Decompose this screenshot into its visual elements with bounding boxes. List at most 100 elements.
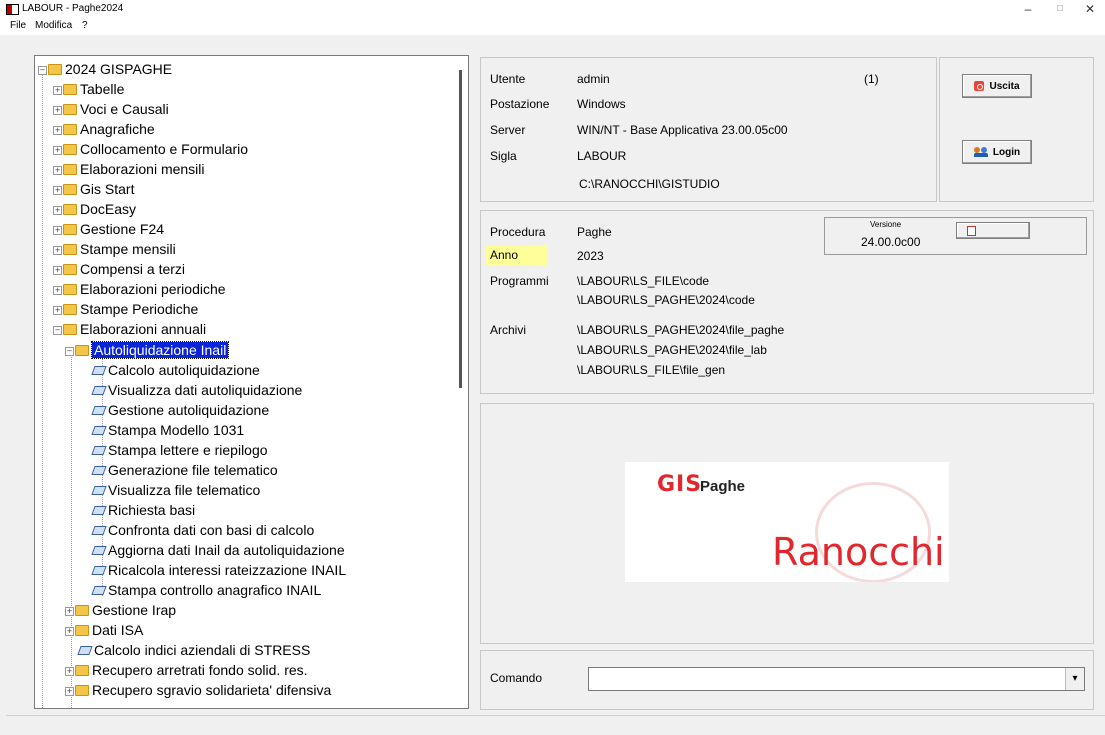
anno-value: 2023 — [577, 249, 604, 263]
tree-item-elab-annuali[interactable]: − Elaborazioni annuali — [53, 319, 206, 339]
tree-scrollbar[interactable] — [459, 70, 462, 388]
document-icon — [91, 525, 107, 535]
folder-icon — [48, 63, 62, 75]
folder-icon — [63, 103, 77, 115]
uscita-button[interactable]: Uscita — [962, 74, 1032, 98]
maximize-button[interactable]: □ — [1045, 0, 1075, 18]
tree-item-isa[interactable]: + Dati ISA — [65, 620, 143, 640]
chevron-down-icon[interactable]: ▾ — [1065, 668, 1084, 690]
folder-icon — [63, 143, 77, 155]
login-button[interactable]: Login — [962, 140, 1032, 164]
tree-root[interactable]: −2024 GISPAGHE — [38, 59, 172, 79]
menu-file[interactable]: File — [10, 20, 26, 31]
folder-icon — [63, 83, 77, 95]
tree-leaf[interactable]: Stampa Modello 1031 — [91, 420, 244, 440]
archivi-label: Archivi — [490, 323, 527, 337]
expand-icon[interactable]: + — [53, 145, 62, 155]
tree-item-autoliquidazione[interactable]: − Autoliquidazione Inail — [65, 340, 230, 360]
postazione-value: Windows — [577, 97, 626, 111]
expand-icon[interactable]: + — [53, 125, 62, 135]
versione-label: Versione — [870, 220, 902, 229]
tree-item-fondo-solid[interactable]: + Recupero arretrati fondo solid. res. — [65, 660, 308, 680]
programmi-label: Programmi — [490, 274, 549, 288]
logo-ranocchi-text: Ranocchi — [772, 530, 945, 574]
tree-leaf[interactable]: Generazione file telematico — [91, 460, 278, 480]
menu-help[interactable]: ? — [82, 20, 88, 31]
expand-icon[interactable]: + — [53, 225, 62, 235]
tree-leaf[interactable]: Confronta dati con basi di calcolo — [91, 520, 314, 540]
pdf-button[interactable] — [956, 222, 1030, 239]
folder-open-icon — [63, 323, 77, 335]
folder-icon — [63, 283, 77, 295]
close-button[interactable]: ✕ — [1075, 0, 1105, 18]
tree-item-stampe-mensili[interactable]: + Stampe mensili — [53, 239, 176, 259]
expand-icon[interactable]: + — [53, 245, 62, 255]
expand-icon[interactable]: + — [65, 666, 74, 676]
expand-icon[interactable]: + — [53, 165, 62, 175]
tree-leaf[interactable]: Visualizza dati autoliquidazione — [91, 380, 302, 400]
comando-select[interactable]: ▾ — [588, 667, 1085, 691]
folder-icon — [63, 303, 77, 315]
tree-leaf[interactable]: Aggiorna dati Inail da autoliquidazione — [91, 540, 345, 560]
expand-icon[interactable]: + — [53, 205, 62, 215]
folder-icon — [63, 163, 77, 175]
expand-icon[interactable]: + — [65, 686, 74, 696]
tree-item-compensi[interactable]: + Compensi a terzi — [53, 259, 185, 279]
tree-item-collocamento[interactable]: + Collocamento e Formulario — [53, 139, 248, 159]
expand-icon[interactable]: + — [53, 105, 62, 115]
logo-gis-text: GIS — [657, 472, 703, 497]
procedura-label: Procedura — [490, 225, 546, 239]
tree-item-stampe-periodiche[interactable]: + Stampe Periodiche — [53, 299, 198, 319]
tree-leaf-stress[interactable]: Calcolo indici aziendali di STRESS — [77, 640, 310, 660]
archivi-path: \LABOUR\LS_PAGHE\2024\file_lab — [577, 343, 767, 357]
expand-icon[interactable]: + — [53, 185, 62, 195]
sigla-label: Sigla — [490, 149, 517, 163]
procedure-panel: Procedura Paghe Anno 2023 Programmi \LAB… — [480, 210, 1094, 394]
navigation-tree[interactable]: −2024 GISPAGHE + Tabelle + Voci e Causali … — [34, 55, 469, 709]
tree-item-doceasy[interactable]: + DocEasy — [53, 199, 136, 219]
tree-leaf[interactable]: Ricalcola interessi rateizzazione INAIL — [91, 560, 346, 580]
collapse-icon[interactable]: − — [65, 346, 74, 356]
folder-icon — [63, 123, 77, 135]
expand-icon[interactable]: + — [53, 265, 62, 275]
tree-leaf[interactable]: Visualizza file telematico — [91, 480, 260, 500]
tree-item-anagrafiche[interactable]: + Anagrafiche — [53, 119, 155, 139]
tree-item-elab-mensili[interactable]: + Elaborazioni mensili — [53, 159, 205, 179]
document-icon — [91, 385, 107, 395]
tree-item-elab-periodiche[interactable]: + Elaborazioni periodiche — [53, 279, 226, 299]
tree-leaf[interactable]: Stampa controllo anagrafico INAIL — [91, 580, 321, 600]
archivi-path: \LABOUR\LS_FILE\file_gen — [577, 363, 726, 377]
tree-item-f24[interactable]: + Gestione F24 — [53, 219, 164, 239]
folder-icon — [63, 243, 77, 255]
server-value: WIN/NT - Base Applicativa 23.00.05c00 — [577, 123, 788, 137]
tree-item-irap[interactable]: + Gestione Irap — [65, 600, 176, 620]
programmi-path: \LABOUR\LS_PAGHE\2024\code — [577, 293, 755, 307]
tree-leaf[interactable]: Stampa lettere e riepilogo — [91, 440, 268, 460]
menu-modifica[interactable]: Modifica — [35, 20, 72, 31]
document-icon — [91, 505, 107, 515]
tree-item-sgravio[interactable]: + Recupero sgravio solidarieta' difensiva — [65, 680, 331, 700]
procedura-value: Paghe — [577, 225, 612, 239]
expand-icon[interactable]: + — [53, 285, 62, 295]
minimize-button[interactable]: – — [1013, 0, 1043, 18]
folder-icon — [63, 223, 77, 235]
pdf-icon — [967, 225, 976, 236]
tree-item-tabelle[interactable]: + Tabelle — [53, 79, 124, 99]
expand-icon[interactable]: + — [53, 85, 62, 95]
tree-leaf[interactable]: Calcolo autoliquidazione — [91, 360, 260, 380]
tree-item-voci[interactable]: + Voci e Causali — [53, 99, 169, 119]
tree-leaf[interactable]: Gestione autoliquidazione — [91, 400, 269, 420]
postazione-label: Postazione — [490, 97, 550, 111]
expand-icon[interactable]: + — [65, 606, 74, 616]
tree-item-gis-start[interactable]: + Gis Start — [53, 179, 134, 199]
document-icon — [91, 465, 107, 475]
document-icon — [91, 485, 107, 495]
anno-label: Anno — [486, 246, 547, 265]
collapse-icon[interactable]: − — [53, 325, 62, 335]
tree-leaf[interactable]: Richiesta basi — [91, 500, 195, 520]
expand-icon[interactable]: + — [53, 305, 62, 315]
collapse-icon[interactable]: − — [38, 65, 47, 75]
users-icon — [973, 147, 988, 157]
archivi-path: \LABOUR\LS_PAGHE\2024\file_paghe — [577, 323, 785, 337]
expand-icon[interactable]: + — [65, 626, 74, 636]
